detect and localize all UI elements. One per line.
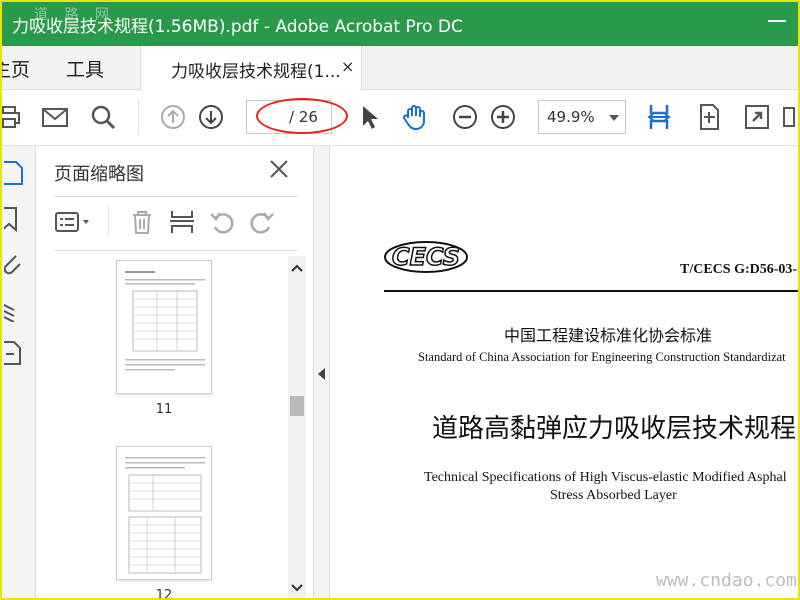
printer-icon (0, 106, 20, 128)
pdf-page: CECS T/CECS G:D56-03- 中国工程建设标准化协会标准 Stan… (330, 146, 800, 600)
fit-width-icon (647, 105, 671, 129)
chevron-down-icon (609, 115, 619, 121)
menu-row: 主页 工具 力吸收层技术规程(1... × (0, 46, 800, 90)
standard-code: T/CECS G:D56-03- (680, 262, 798, 277)
navigation-rail (0, 146, 36, 600)
panel-toolbar-separator (108, 206, 109, 236)
thumbnails-panel: 页面缩略图 11 12 (36, 146, 314, 600)
trash-icon[interactable] (128, 208, 156, 236)
thumbnail-list: 11 12 (54, 256, 286, 600)
panel-toolbar (54, 204, 298, 240)
arrow-down-circle-icon (199, 105, 223, 129)
site-watermark: www.cndao.com (656, 570, 797, 591)
header-rule (384, 290, 800, 292)
minimize-button[interactable] (768, 20, 786, 22)
scrollbar-thumb[interactable] (290, 396, 304, 416)
insert-page-icon[interactable] (168, 208, 196, 236)
thumbnail-scrollbar[interactable] (288, 256, 306, 600)
search-button[interactable] (86, 100, 120, 134)
rotate-left-icon[interactable] (208, 208, 236, 236)
thumbnail-page-number: 11 (155, 402, 173, 417)
page-thumbnail-12[interactable] (116, 446, 212, 580)
select-tool-button[interactable] (352, 100, 386, 134)
fit-page-icon (700, 104, 719, 130)
more-icon (783, 107, 795, 127)
cecs-logo-text: CECS (392, 243, 460, 271)
next-page-button[interactable] (194, 100, 228, 134)
document-view[interactable]: CECS T/CECS G:D56-03- 中国工程建设标准化协会标准 Stan… (330, 146, 800, 600)
panel-collapse-gutter[interactable] (314, 146, 330, 600)
close-icon[interactable] (268, 158, 290, 180)
attachment-icon[interactable] (4, 250, 24, 276)
thumbnail-preview (125, 271, 205, 371)
document-title-en-line2: Stress Absorbed Layer (550, 488, 677, 503)
rotate-right-icon[interactable] (248, 208, 276, 236)
organization-name-cn: 中国工程建设标准化协会标准 (504, 326, 713, 345)
print-button[interactable] (0, 100, 28, 134)
window-title: 力吸收层技术规程(1.56MB).pdf - Adobe Acrobat Pro… (12, 17, 463, 37)
zoom-level-value: 49.9% (547, 108, 595, 126)
title-bar: 道 路 网 力吸收层技术规程(1.56MB).pdf - Adobe Acrob… (0, 0, 800, 46)
toolbar-separator (138, 100, 139, 134)
document-title-cn: 道路高黏弹应力吸收层技术规程 (432, 414, 797, 444)
chevron-down-icon[interactable] (291, 582, 303, 594)
thumbnail-page-number: 12 (155, 588, 173, 600)
expand-icon (745, 105, 769, 129)
document-tab-label: 力吸收层技术规程(1... (171, 62, 341, 82)
zoom-out-button[interactable] (448, 100, 482, 134)
zoom-level-select[interactable]: 49.9% (538, 100, 626, 134)
document-title-en-line1: Technical Specifications of High Viscus-… (424, 470, 787, 485)
chevron-up-icon[interactable] (291, 262, 303, 274)
full-screen-button[interactable] (740, 100, 774, 134)
page-thumbnail-11[interactable] (116, 260, 212, 394)
thumbnail-preview (125, 457, 205, 574)
previous-page-button[interactable] (156, 100, 190, 134)
zoom-in-button[interactable] (486, 100, 520, 134)
panel-divider (54, 250, 298, 251)
email-button[interactable] (38, 100, 72, 134)
tab-close-button[interactable]: × (341, 57, 354, 76)
envelope-icon (42, 108, 68, 127)
hand-icon (402, 105, 425, 131)
cecs-logo: CECS (384, 241, 468, 273)
options-menu-icon[interactable] (54, 208, 94, 236)
organization-name-en: Standard of China Association for Engine… (418, 350, 786, 364)
arrow-up-circle-icon (161, 105, 185, 129)
layers-icon[interactable] (4, 296, 24, 322)
content-icon[interactable] (4, 340, 24, 366)
panel-divider (54, 196, 298, 197)
hand-tool-button[interactable] (398, 100, 432, 134)
toolbar: / 26 49.9% (0, 90, 800, 146)
bookmark-icon[interactable] (4, 206, 24, 232)
search-icon (91, 105, 116, 130)
cursor-arrow-icon (363, 106, 378, 129)
more-tools-button[interactable] (778, 100, 800, 134)
document-tab[interactable]: 力吸收层技术规程(1... × (140, 46, 362, 90)
fit-width-button[interactable] (642, 100, 676, 134)
menu-tools[interactable]: 工具 (66, 55, 104, 82)
fit-page-button[interactable] (692, 100, 726, 134)
minus-circle-icon (453, 105, 477, 129)
page-thumbnails-icon[interactable] (4, 160, 24, 186)
plus-circle-icon (491, 105, 515, 129)
collapse-left-icon[interactable] (318, 368, 325, 380)
page-field-highlight-oval (256, 98, 348, 134)
panel-title: 页面缩略图 (54, 164, 144, 185)
menu-home[interactable]: 主页 (0, 55, 30, 82)
